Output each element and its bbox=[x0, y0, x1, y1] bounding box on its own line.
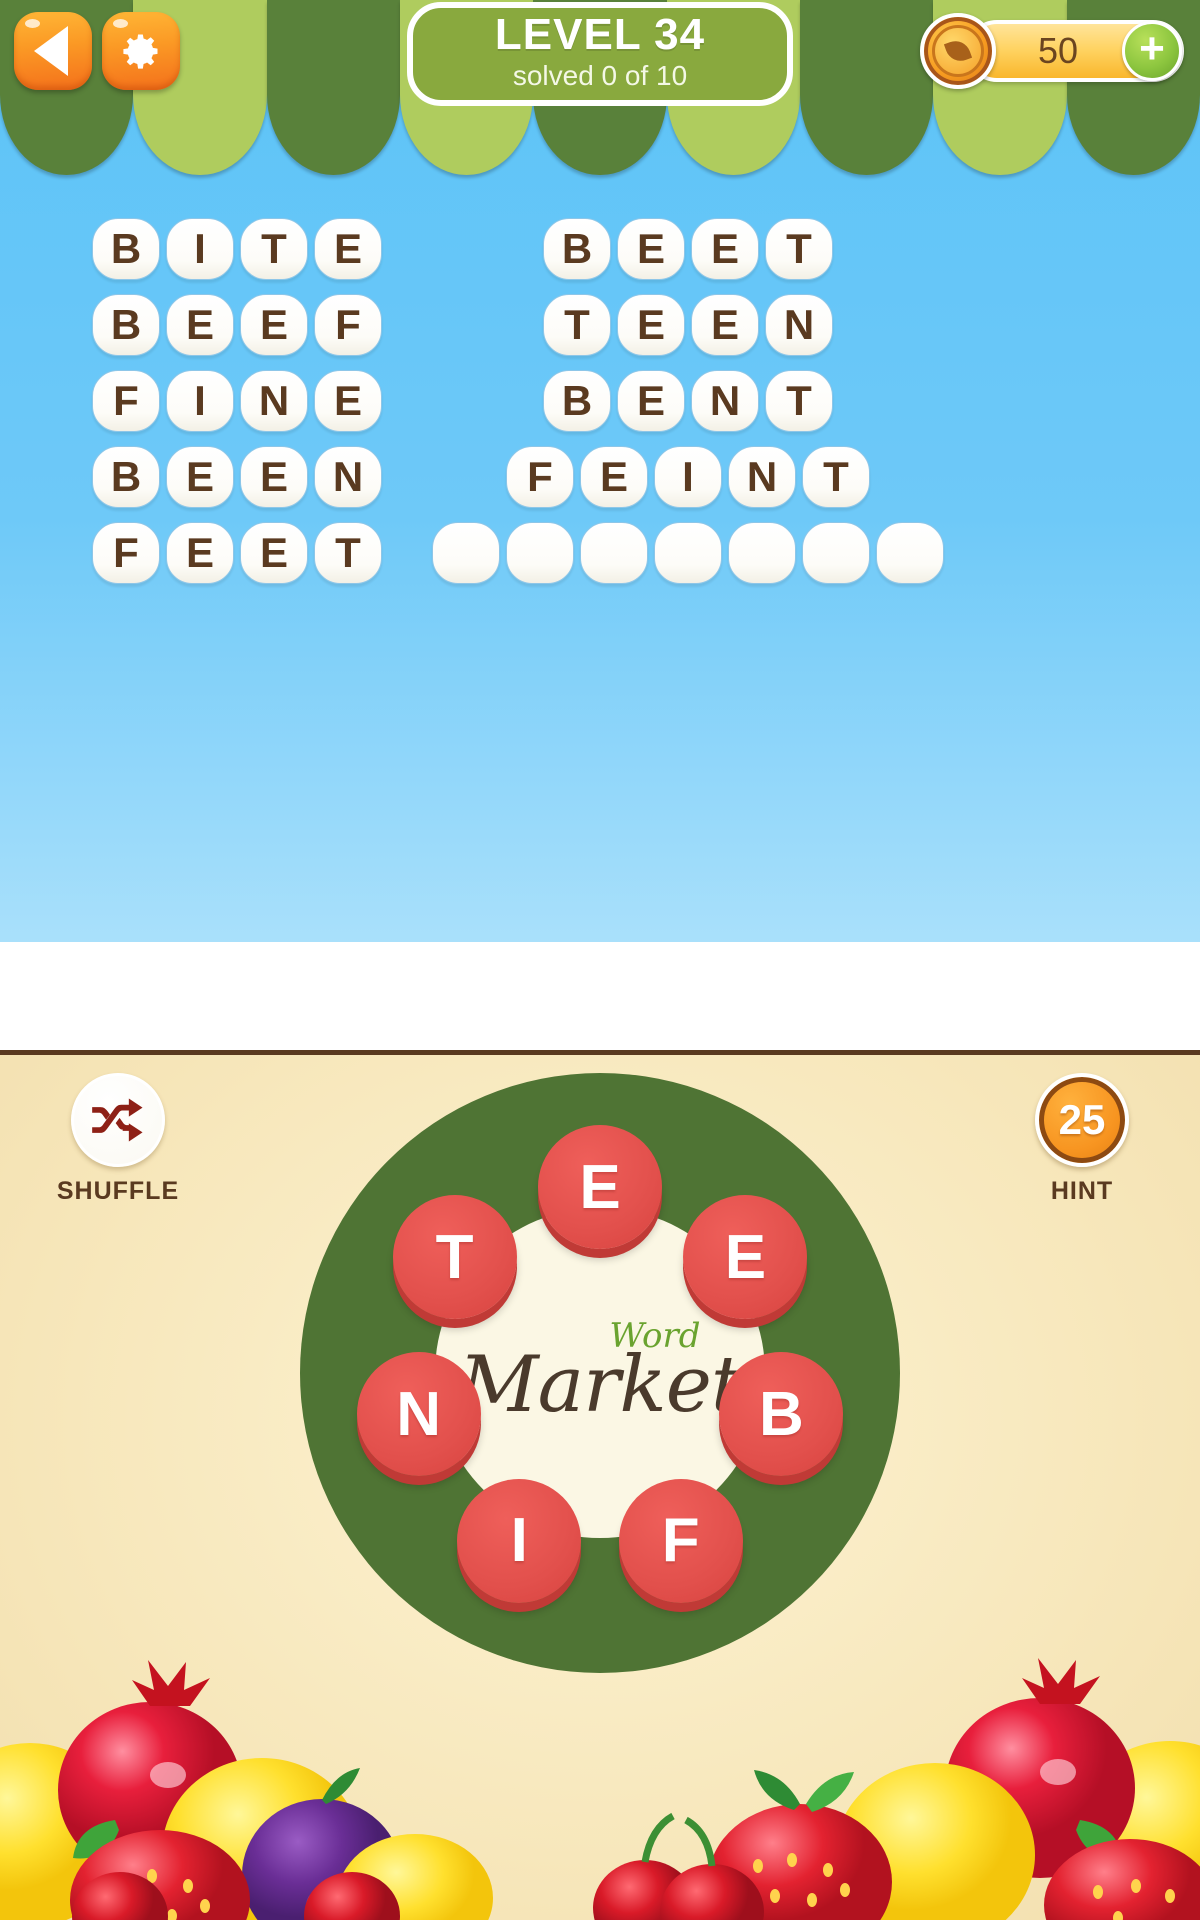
hint-label: HINT bbox=[1050, 1177, 1114, 1205]
level-plaque: LEVEL 34 solved 0 of 10 bbox=[407, 2, 793, 106]
back-arrow-icon bbox=[33, 26, 68, 76]
letter-tile: F bbox=[92, 370, 160, 432]
gear-icon bbox=[123, 34, 158, 69]
wheel-letter-button[interactable]: N bbox=[356, 1352, 481, 1477]
wheel-letter-button[interactable]: T bbox=[392, 1195, 517, 1320]
coin-count: 50 bbox=[1037, 30, 1079, 71]
scallop-segment bbox=[266, 0, 400, 175]
letter-tile: T bbox=[802, 446, 870, 508]
letter-tile: I bbox=[166, 370, 234, 432]
wheel-letter-button[interactable]: F bbox=[618, 1478, 743, 1603]
level-title: LEVEL 34 bbox=[494, 10, 706, 60]
letter-tile: F bbox=[314, 294, 382, 356]
letter-wheel: Word Market EEBFINT bbox=[300, 1073, 900, 1673]
hint-button[interactable]: 25 HINT bbox=[1022, 1073, 1142, 1206]
empty-letter-tile bbox=[654, 522, 722, 584]
letter-tile: E bbox=[166, 294, 234, 356]
wheel-letter-button[interactable]: B bbox=[719, 1352, 844, 1477]
empty-letter-tile bbox=[580, 522, 648, 584]
letter-tile: B bbox=[92, 446, 160, 508]
empty-letter-tile bbox=[802, 522, 870, 584]
wheel-letter-button[interactable]: I bbox=[457, 1478, 582, 1603]
letter-tile: E bbox=[314, 218, 382, 280]
word-row: FEINT bbox=[506, 446, 870, 508]
letter-tile: I bbox=[654, 446, 722, 508]
coin-icon bbox=[920, 13, 996, 89]
settings-button[interactable] bbox=[102, 12, 180, 90]
letter-tile: E bbox=[240, 522, 308, 584]
word-grid: BITEBEEFFINEBEENFEET BEETTEENBENTFEINT bbox=[0, 218, 1200, 584]
letter-tile: E bbox=[691, 294, 759, 356]
empty-letter-tile bbox=[432, 522, 500, 584]
leaf-glyph bbox=[943, 36, 973, 66]
letter-tile: E bbox=[617, 370, 685, 432]
shuffle-label: SHUFFLE bbox=[56, 1177, 180, 1205]
letter-tile: N bbox=[691, 370, 759, 432]
hint-button-circle: 25 bbox=[1035, 1073, 1129, 1167]
letter-tile: T bbox=[314, 522, 382, 584]
letter-tile: T bbox=[543, 294, 611, 356]
letter-tile: E bbox=[691, 218, 759, 280]
coin-amount-pill: 50 + bbox=[966, 20, 1184, 82]
hint-cost: 25 bbox=[1058, 1096, 1106, 1143]
letter-tile: E bbox=[617, 294, 685, 356]
shuffle-button[interactable]: SHUFFLE bbox=[56, 1073, 180, 1206]
top-bar: LEVEL 34 solved 0 of 10 50 + bbox=[0, 0, 1200, 175]
letter-tile: E bbox=[617, 218, 685, 280]
add-coins-button[interactable]: + bbox=[1122, 21, 1182, 81]
letter-tile: E bbox=[166, 522, 234, 584]
word-row bbox=[432, 522, 944, 584]
letter-tile: T bbox=[765, 370, 833, 432]
level-progress-text: solved 0 of 10 bbox=[512, 60, 688, 92]
back-button[interactable] bbox=[14, 12, 92, 90]
word-row: BENT bbox=[543, 370, 833, 432]
letter-tile: F bbox=[92, 522, 160, 584]
letter-tile: E bbox=[166, 446, 234, 508]
letter-tile: B bbox=[92, 294, 160, 356]
scallop-segment bbox=[799, 0, 934, 175]
word-row: TEEN bbox=[543, 294, 833, 356]
letter-wheel-panel: SHUFFLE 25 HINT Word Market EEBFINT bbox=[0, 1050, 1200, 1920]
word-row: BEET bbox=[543, 218, 833, 280]
letter-tile: T bbox=[765, 218, 833, 280]
game-screen: BITEBEEFFINEBEENFEET BEETTEENBENTFEINT L… bbox=[0, 0, 1200, 1920]
empty-letter-tile bbox=[728, 522, 796, 584]
word-grid-left-column: BITEBEEFFINEBEENFEET bbox=[92, 218, 382, 584]
coin-counter[interactable]: 50 + bbox=[920, 13, 1184, 89]
shuffle-button-circle bbox=[71, 1073, 165, 1167]
word-row: FEET bbox=[92, 522, 382, 584]
word-row: BEEF bbox=[92, 294, 382, 356]
wheel-letter-button[interactable]: E bbox=[683, 1195, 808, 1320]
word-row: BEEN bbox=[92, 446, 382, 508]
letter-tile: B bbox=[92, 218, 160, 280]
ad-banner-strip bbox=[0, 942, 1200, 1050]
shuffle-arrows-icon bbox=[92, 1098, 143, 1142]
word-row: FINE bbox=[92, 370, 382, 432]
word-grid-right-column: BEETTEENBENTFEINT bbox=[432, 218, 944, 584]
letter-tile: N bbox=[765, 294, 833, 356]
empty-letter-tile bbox=[876, 522, 944, 584]
letter-tile: E bbox=[240, 294, 308, 356]
letter-tile: N bbox=[240, 370, 308, 432]
letter-tile: T bbox=[240, 218, 308, 280]
empty-letter-tile bbox=[506, 522, 574, 584]
letter-tile: B bbox=[543, 218, 611, 280]
letter-tile: N bbox=[728, 446, 796, 508]
letter-tile: E bbox=[314, 370, 382, 432]
plus-icon: + bbox=[1139, 24, 1165, 74]
word-row: BITE bbox=[92, 218, 382, 280]
letter-tile: F bbox=[506, 446, 574, 508]
letter-tile: N bbox=[314, 446, 382, 508]
logo-market-text: Market bbox=[458, 1340, 742, 1430]
letter-tile: I bbox=[166, 218, 234, 280]
letter-tile: E bbox=[240, 446, 308, 508]
letter-tile: B bbox=[543, 370, 611, 432]
letter-tile: E bbox=[580, 446, 648, 508]
wheel-letter-button[interactable]: E bbox=[538, 1125, 662, 1249]
